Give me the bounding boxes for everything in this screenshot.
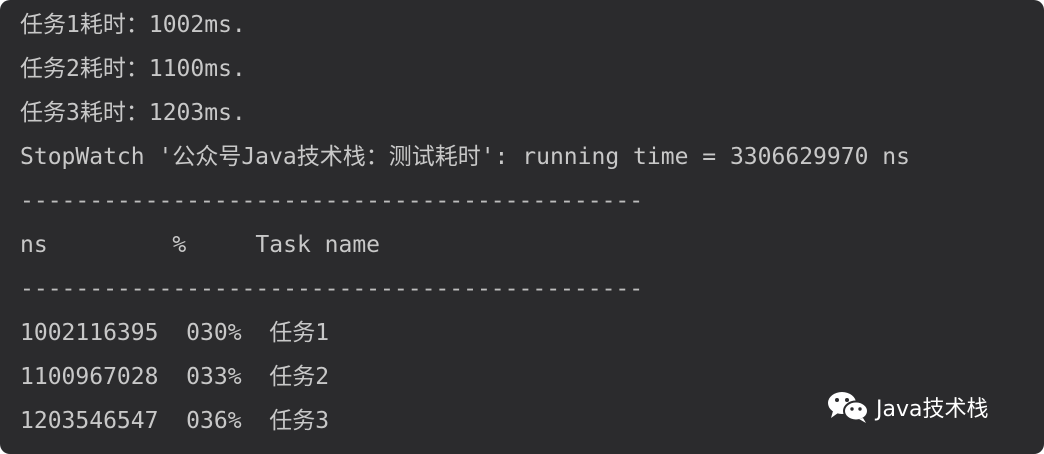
table-row: 1002116395 030% 任务1 <box>20 320 330 346</box>
separator-line: ----------------------------------------… <box>20 188 644 214</box>
console-output-panel: 任务1耗时：1002ms. 任务2耗时：1100ms. 任务3耗时：1203ms… <box>0 0 1044 454</box>
stopwatch-summary-line: StopWatch '公众号Java技术栈：测试耗时': running tim… <box>20 144 910 170</box>
table-header-line: ns % Task name <box>20 232 381 258</box>
wechat-icon <box>828 392 869 423</box>
task1-timing-line: 任务1耗时：1002ms. <box>20 12 246 38</box>
task3-timing-line: 任务3耗时：1203ms. <box>20 100 246 126</box>
watermark: Java技术栈 <box>826 388 988 426</box>
watermark-text: Java技术栈 <box>876 397 989 422</box>
task2-timing-line: 任务2耗时：1100ms. <box>20 56 246 82</box>
console-text: 任务1耗时：1002ms. 任务2耗时：1100ms. 任务3耗时：1203ms… <box>20 3 1044 443</box>
separator-line: ----------------------------------------… <box>20 276 644 302</box>
